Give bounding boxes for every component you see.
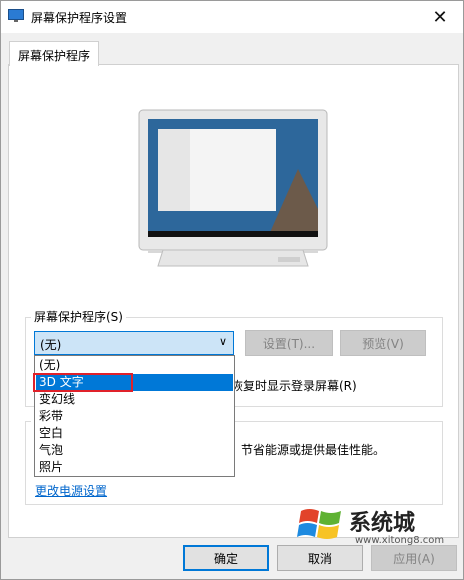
preview-button[interactable]: 预览(V) xyxy=(340,330,426,356)
windows-logo-icon xyxy=(297,509,341,539)
watermark-title: 系统城 xyxy=(349,510,416,536)
selected-screensaver: (无) xyxy=(40,338,62,352)
tab-label: 屏幕保护程序 xyxy=(18,49,91,63)
dropdown-option[interactable]: 气泡 xyxy=(36,442,233,459)
resume-login-checkbox-label[interactable]: 恢复时显示登录屏幕(R) xyxy=(231,377,357,394)
screensaver-app-icon xyxy=(8,9,24,22)
settings-button[interactable]: 设置(T)... xyxy=(245,330,333,356)
title-bar: 屏幕保护程序设置 ✕ xyxy=(1,1,463,33)
monitor-preview-image xyxy=(138,109,328,267)
dropdown-option[interactable]: (无) xyxy=(36,357,233,374)
dropdown-option[interactable]: 照片 xyxy=(36,459,233,476)
watermark-url: www.xitong8.com xyxy=(355,535,445,546)
highlight-annotation-box xyxy=(33,373,133,392)
chevron-down-icon: ∨ xyxy=(218,335,227,348)
screensaver-settings-window: 屏幕保护程序设置 ✕ 屏幕保护程序 屏幕保护程序(S) (无) ∨ 设置(T).… xyxy=(0,0,464,580)
dropdown-option[interactable]: 变幻线 xyxy=(36,391,233,408)
screensaver-select[interactable]: (无) ∨ xyxy=(34,331,234,355)
dropdown-option[interactable]: 空白 xyxy=(36,425,233,442)
tab-screensaver[interactable]: 屏幕保护程序 xyxy=(9,41,99,66)
ok-button[interactable]: 确定 xyxy=(183,545,269,571)
dropdown-option[interactable]: 彩带 xyxy=(36,408,233,425)
screensaver-group-label: 屏幕保护程序(S) xyxy=(31,308,126,325)
window-title: 屏幕保护程序设置 xyxy=(31,11,128,25)
site-watermark: 系统城 www.xitong8.com xyxy=(297,501,457,549)
power-description: 节省能源或提供最佳性能。 xyxy=(241,443,386,457)
close-icon[interactable]: ✕ xyxy=(417,1,463,33)
change-power-settings-link[interactable]: 更改电源设置 xyxy=(35,482,107,499)
